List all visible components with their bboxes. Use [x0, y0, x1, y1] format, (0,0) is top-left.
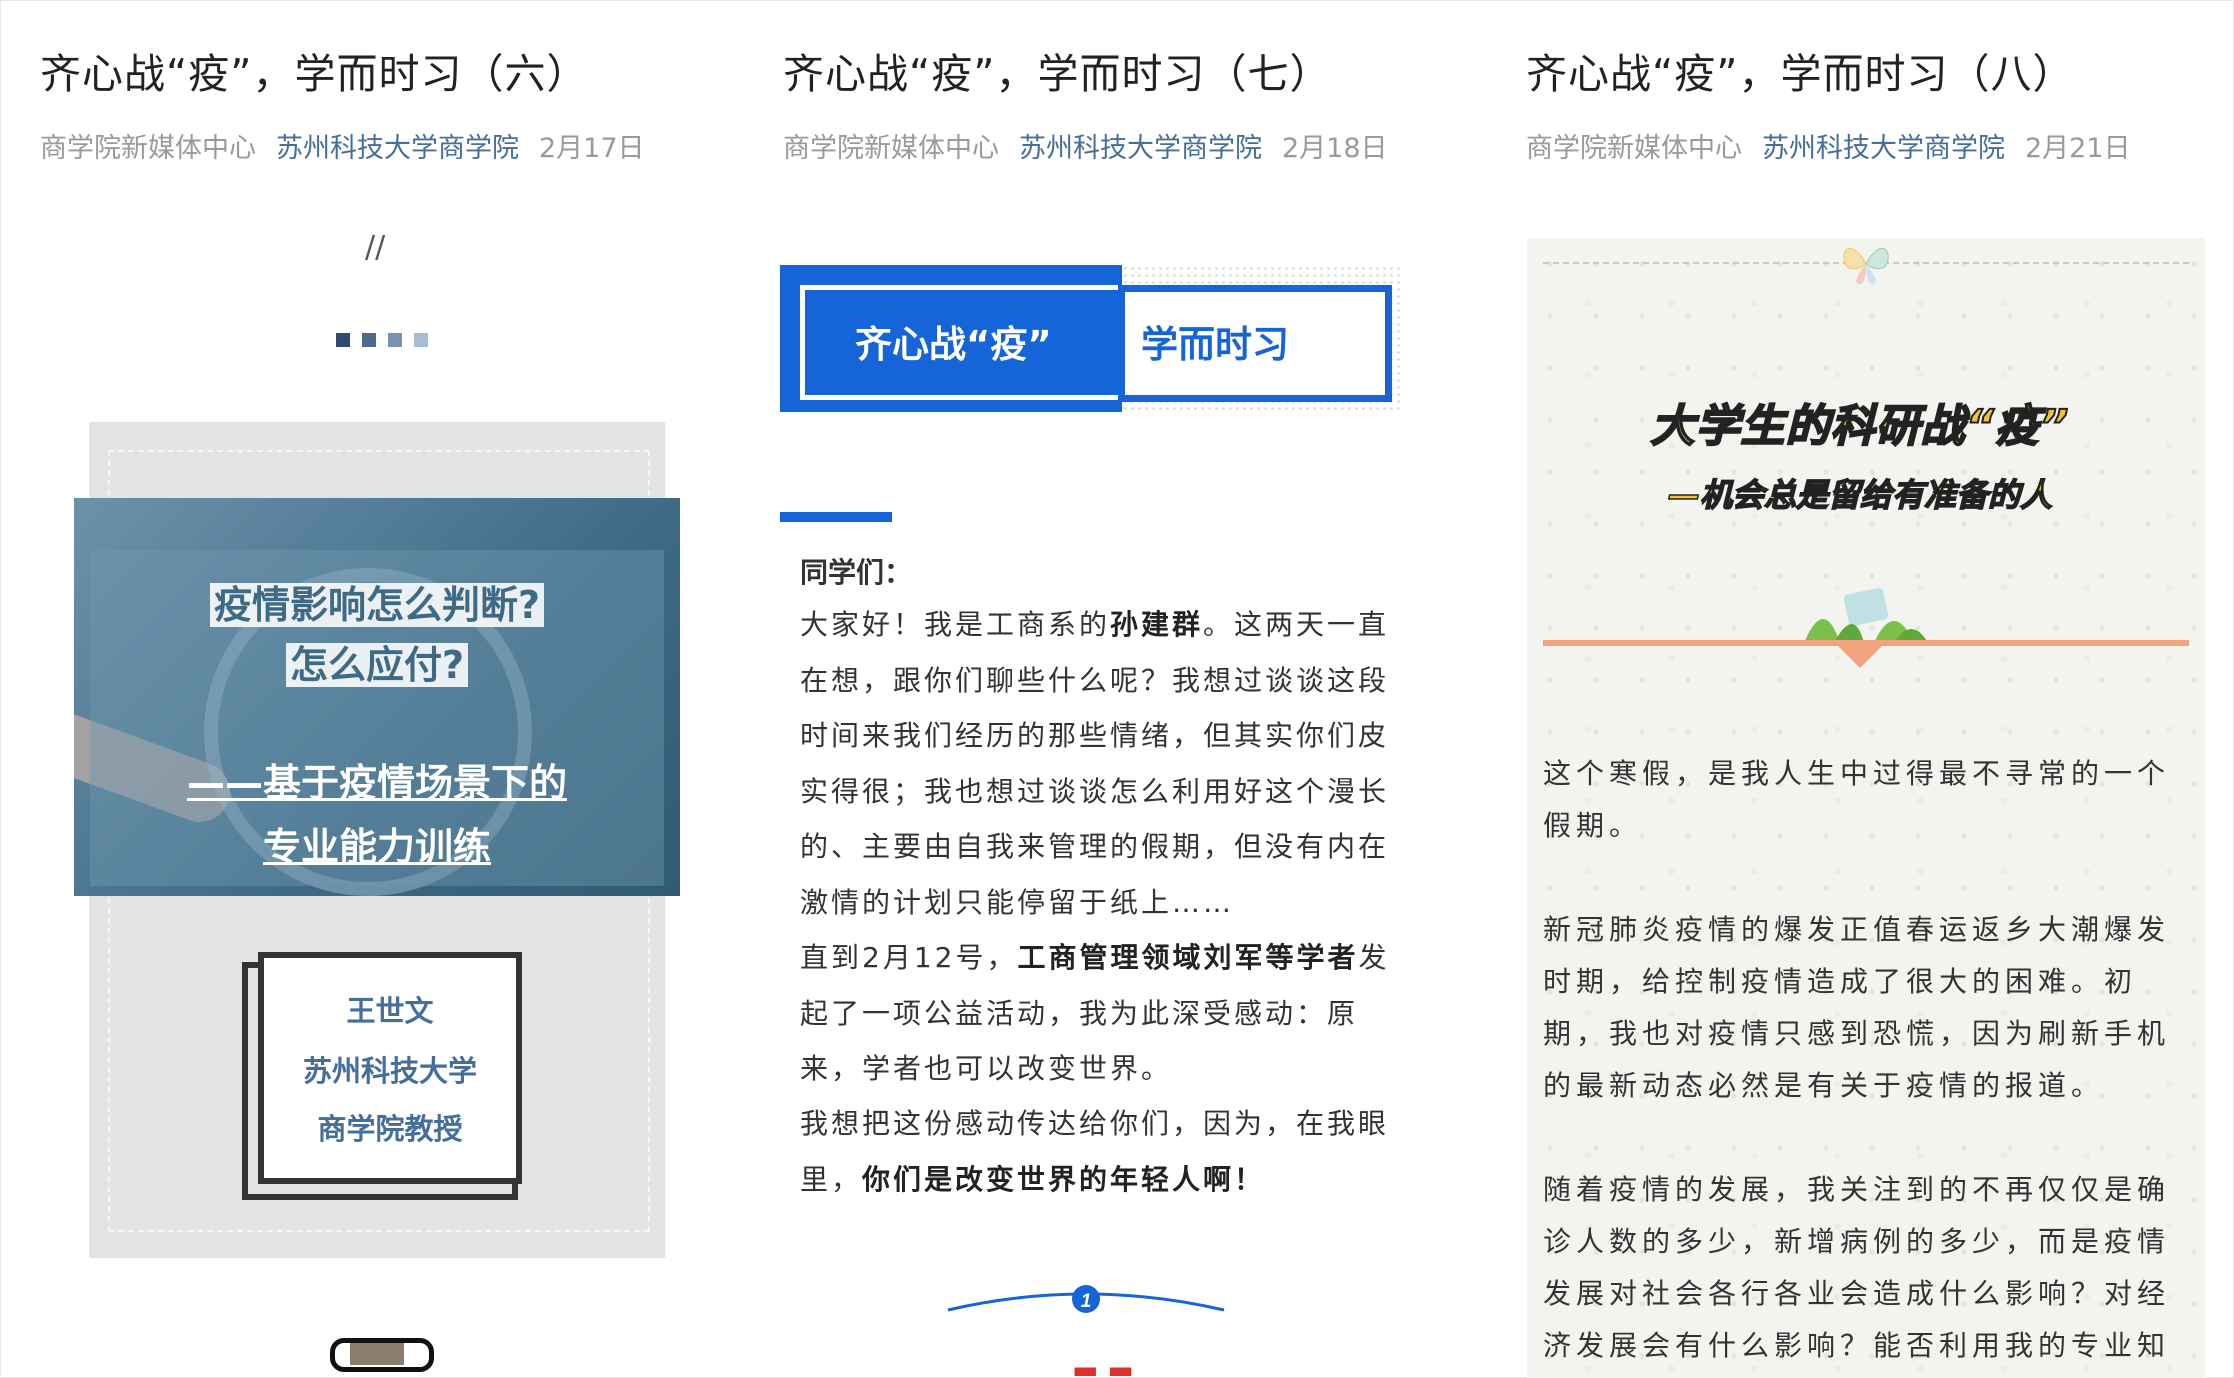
article-date: 2月21日	[2025, 133, 2131, 164]
paragraph-1: 大家好！我是工商系的孙建群。这两天一直在想，跟你们聊些什么呢？我想过谈谈这段时间…	[800, 608, 1390, 919]
article-title[interactable]: 齐心战“疫”，学而时习（七）	[783, 40, 1331, 100]
decor-square	[388, 333, 402, 347]
banner-subtitle-1: ——基于疫情场景下的	[186, 761, 567, 805]
paragraph-1: 这个寒假，是我人生中过得最不寻常的一个假期。	[1543, 757, 2171, 842]
article-meta: 商学院新媒体中心 苏州科技大学商学院 2月18日	[783, 126, 1388, 165]
subheadline: —机会总是留给有准备的人	[1667, 475, 2053, 515]
grass-decoration-icon	[1804, 587, 1928, 643]
section-number: 1	[1081, 1291, 1092, 1312]
paragraph-3: 我想把这份感动传达给你们，因为，在我眼里，你们是改变世界的年轻人啊！	[800, 1107, 1390, 1196]
author-title: 商学院教授	[317, 1112, 463, 1146]
account-link[interactable]: 苏州科技大学商学院	[276, 133, 519, 164]
cover-banner-image[interactable]: 疫情影响怎么判断? 怎么应付? ——基于疫情场景下的 专业能力训练	[74, 498, 680, 896]
article-source: 商学院新媒体中心	[1526, 133, 1742, 164]
article-date: 2月17日	[539, 133, 645, 164]
scroll-thumb[interactable]	[350, 1343, 404, 1365]
header-right-text: 学而时习	[1141, 323, 1289, 366]
author-card: 王世文 苏州科技大学 商学院教授	[258, 952, 522, 1184]
paragraph-3: 随着疫情的发展，我关注到的不再仅仅是确诊人数的多少，新增病例的多少，而是疫情发展…	[1543, 1173, 2171, 1362]
article-meta: 商学院新媒体中心 苏州科技大学商学院 2月17日	[40, 126, 645, 165]
article-source: 商学院新媒体中心	[783, 133, 999, 164]
decor-square	[336, 333, 350, 347]
header-left-text: 齐心战“疫”	[855, 323, 1052, 366]
accent-bar	[780, 512, 892, 522]
banner-question-2: 怎么应付?	[74, 634, 680, 689]
article-title[interactable]: 齐心战“疫”，学而时习（八）	[1526, 40, 2074, 100]
headline: 大学生的科研战“疫”	[1650, 400, 2070, 453]
paragraph-2: 新冠肺炎疫情的爆发正值春运返乡大潮爆发时期，给控制疫情造成了很大的困难。初期，我…	[1543, 913, 2171, 1102]
decor-slash: //	[365, 230, 386, 265]
article-source: 商学院新媒体中心	[40, 133, 256, 164]
section-heading-cut: ▬ ▬ ▬	[1072, 1366, 1162, 1376]
article-title[interactable]: 齐心战“疫”，学而时习（六）	[40, 40, 588, 100]
section-divider-arc: 1	[947, 1285, 1225, 1313]
article-card-7[interactable]: 齐心战“疫”，学而时习（七） 商学院新媒体中心 苏州科技大学商学院 2月18日 齐心…	[743, 0, 1486, 1378]
greeting: 同学们：	[800, 556, 913, 589]
decor-square	[362, 333, 376, 347]
divider-pointer	[1838, 646, 1882, 668]
banner-question-1: 疫情影响怎么判断?	[74, 574, 680, 629]
account-link[interactable]: 苏州科技大学商学院	[1019, 133, 1262, 164]
article-meta: 商学院新媒体中心 苏州科技大学商学院 2月21日	[1526, 126, 2131, 165]
author-name: 王世文	[346, 994, 434, 1028]
paragraph-2: 直到2月12号，工商管理领域刘军等学者发起了一项公益活动，我为此深受感动：原来，…	[800, 941, 1390, 1085]
account-link[interactable]: 苏州科技大学商学院	[1762, 133, 2005, 164]
author-org: 苏州科技大学	[302, 1054, 477, 1088]
decor-square	[414, 333, 428, 347]
butterfly-icon	[1843, 248, 1889, 284]
banner-subtitle-2: 专业能力训练	[262, 825, 491, 869]
article-date: 2月18日	[1282, 133, 1388, 164]
article-card-6[interactable]: 齐心战“疫”，学而时习（六） 商学院新媒体中心 苏州科技大学商学院 2月17日 //…	[0, 0, 743, 1378]
article-card-8[interactable]: 齐心战“疫”，学而时习（八） 商学院新媒体中心 苏州科技大学商学院 2月21日 大学…	[1486, 0, 2234, 1378]
